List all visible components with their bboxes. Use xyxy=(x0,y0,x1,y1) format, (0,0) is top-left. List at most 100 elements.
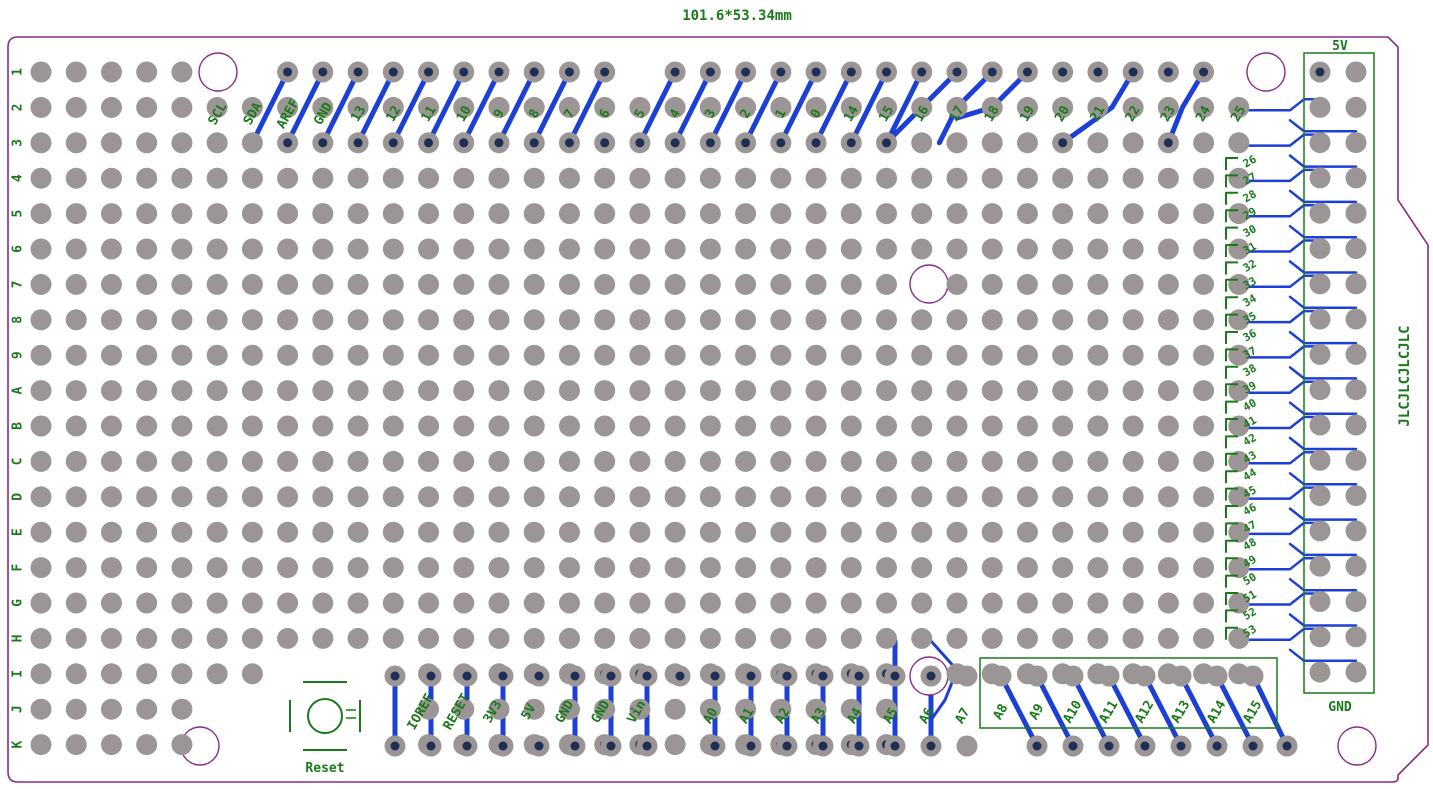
pad xyxy=(956,665,978,687)
pad xyxy=(453,450,475,472)
pad xyxy=(453,380,475,402)
right-pin-label: 34 xyxy=(1241,292,1259,310)
pad xyxy=(594,415,616,437)
pad xyxy=(206,167,228,189)
pad xyxy=(664,167,686,189)
pad-hole xyxy=(494,138,504,148)
pad xyxy=(911,627,933,649)
pad-hole xyxy=(741,138,751,148)
row-label: 5 xyxy=(11,210,26,218)
pad xyxy=(1228,132,1250,154)
pad xyxy=(1193,627,1215,649)
pad xyxy=(1157,203,1179,225)
pad xyxy=(65,698,87,720)
pad xyxy=(1087,238,1109,260)
pad xyxy=(347,344,369,366)
pad xyxy=(699,344,721,366)
pad-hole xyxy=(534,671,544,681)
pad xyxy=(312,627,334,649)
pad xyxy=(876,415,898,437)
pad xyxy=(136,698,158,720)
pad xyxy=(1345,273,1367,295)
pad-hole xyxy=(854,671,864,681)
pad xyxy=(664,344,686,366)
pad xyxy=(65,627,87,649)
pad xyxy=(594,486,616,508)
pad xyxy=(699,167,721,189)
pad xyxy=(770,486,792,508)
pad xyxy=(876,309,898,331)
pad xyxy=(981,273,1003,295)
pad xyxy=(735,203,757,225)
pad xyxy=(629,167,651,189)
pad xyxy=(347,627,369,649)
pad xyxy=(1052,273,1074,295)
pad xyxy=(1242,665,1264,687)
pad xyxy=(911,380,933,402)
pad xyxy=(523,167,545,189)
pad xyxy=(558,415,580,437)
pad-hole xyxy=(882,67,892,77)
pad xyxy=(277,203,299,225)
row-label: 3 xyxy=(11,139,26,147)
pad xyxy=(805,450,827,472)
pad xyxy=(488,521,510,543)
analog-pin-label: A6 xyxy=(917,705,938,726)
pad xyxy=(30,557,52,579)
pad xyxy=(735,486,757,508)
pad xyxy=(65,486,87,508)
pad xyxy=(911,238,933,260)
pad xyxy=(277,592,299,614)
pad xyxy=(206,309,228,331)
pad xyxy=(1052,344,1074,366)
pad xyxy=(805,273,827,295)
pad xyxy=(241,203,263,225)
pad xyxy=(523,627,545,649)
pad xyxy=(1062,665,1084,687)
pad xyxy=(100,698,122,720)
pad xyxy=(735,521,757,543)
row-label: H xyxy=(11,634,26,642)
pad xyxy=(699,450,721,472)
silk-line xyxy=(1225,261,1238,275)
pad xyxy=(100,273,122,295)
pad-hole xyxy=(746,671,756,681)
pad-hole xyxy=(390,671,400,681)
pad-hole xyxy=(854,741,864,751)
pad xyxy=(1087,486,1109,508)
pad xyxy=(558,273,580,295)
pad xyxy=(1309,132,1331,154)
pad xyxy=(136,415,158,437)
pad-hole xyxy=(926,741,936,751)
pad xyxy=(171,344,193,366)
pad xyxy=(100,592,122,614)
pad xyxy=(735,450,757,472)
pad xyxy=(981,557,1003,579)
pad xyxy=(171,167,193,189)
pad xyxy=(100,450,122,472)
pad xyxy=(65,521,87,543)
pad xyxy=(629,592,651,614)
pad xyxy=(594,203,616,225)
pad-hole xyxy=(952,67,962,77)
pad xyxy=(911,521,933,543)
pad-hole xyxy=(1248,741,1258,751)
pad xyxy=(136,592,158,614)
pad xyxy=(100,415,122,437)
analog2-pin-label: A8 xyxy=(991,701,1012,722)
pad xyxy=(347,203,369,225)
pad-hole xyxy=(1128,67,1138,77)
pad xyxy=(1098,665,1120,687)
pad xyxy=(664,238,686,260)
pad xyxy=(946,557,968,579)
pad xyxy=(629,486,651,508)
pad xyxy=(1052,203,1074,225)
pad xyxy=(1122,450,1144,472)
reset-button: Reset xyxy=(289,681,361,776)
pad xyxy=(206,627,228,649)
pad xyxy=(171,132,193,154)
pad-hole xyxy=(462,671,472,681)
pad xyxy=(171,203,193,225)
pad xyxy=(277,486,299,508)
pad-hole xyxy=(746,741,756,751)
